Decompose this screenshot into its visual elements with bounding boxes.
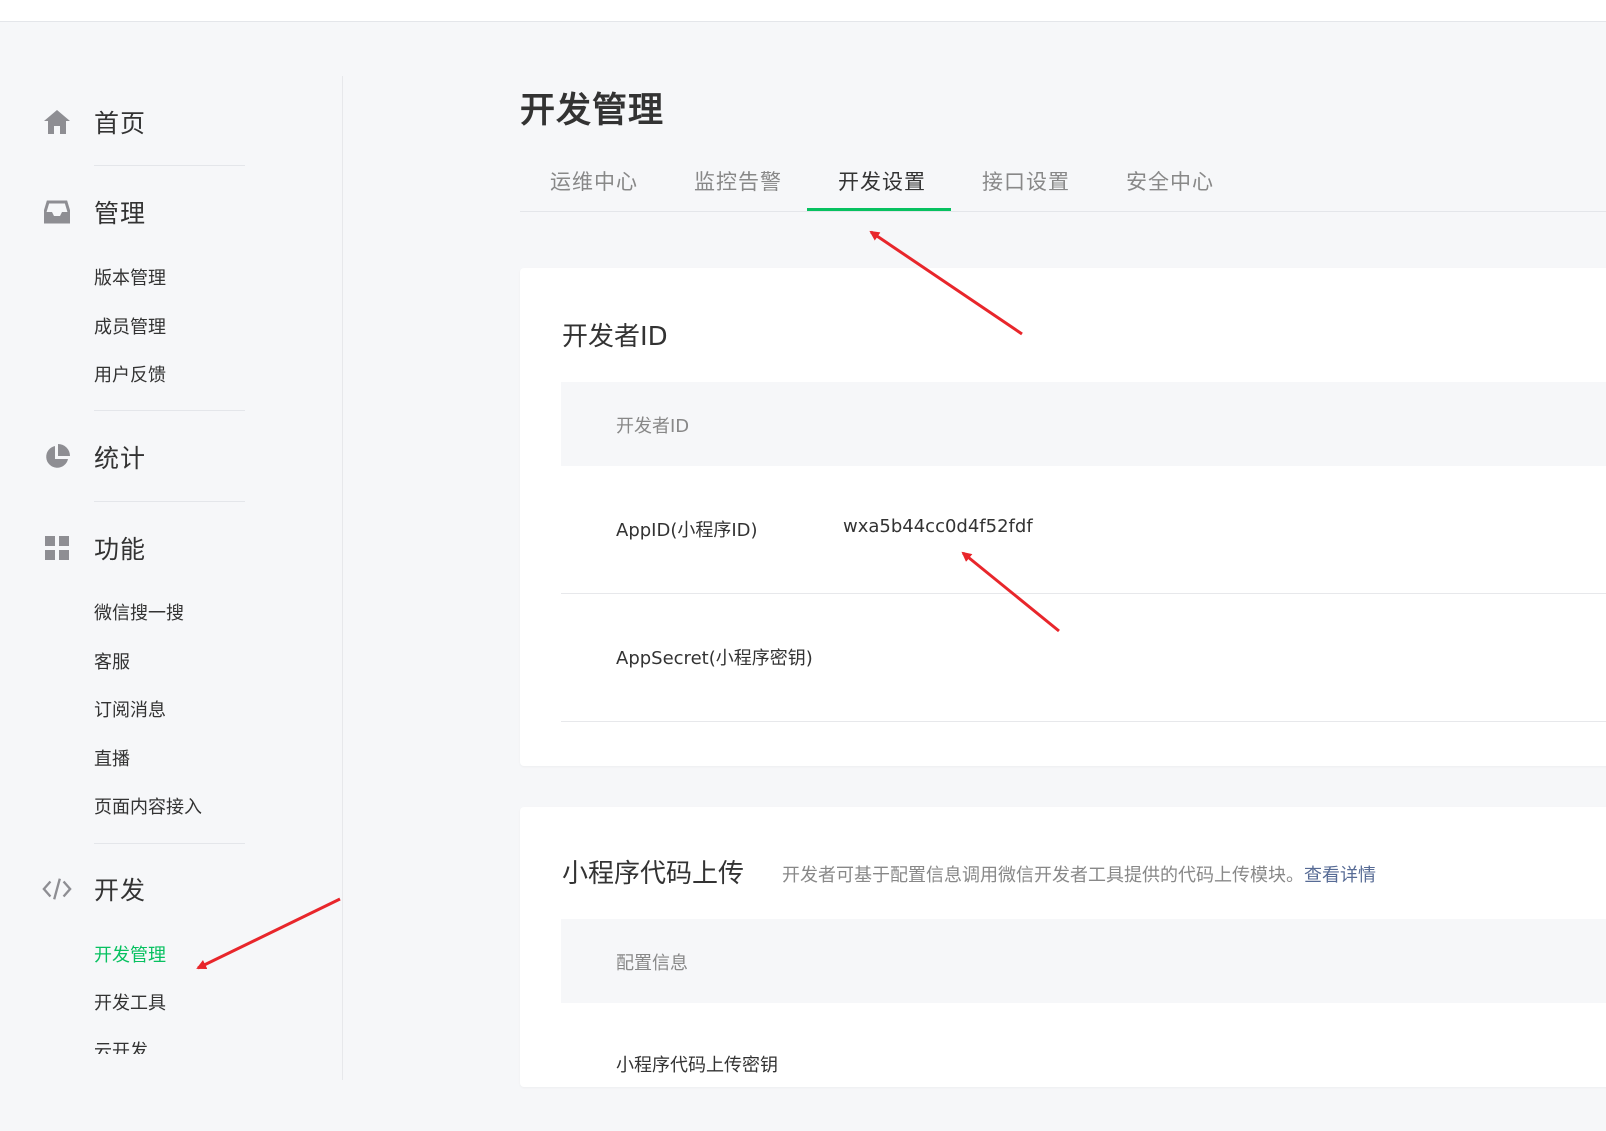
sidebar: 首页 管理 版本管理 成员管理 用户反馈 统计 功能 微信搜一搜 客服 订阅消息… xyxy=(0,76,343,1080)
sidebar-item-member-manage[interactable]: 成员管理 xyxy=(94,316,166,340)
inbox-icon xyxy=(42,197,72,227)
sidebar-item-version-manage[interactable]: 版本管理 xyxy=(94,267,166,291)
tab-monitor-alert[interactable]: 监控告警 xyxy=(694,166,782,212)
table-header-label: 开发者ID xyxy=(616,416,690,437)
sidebar-item-page-content[interactable]: 页面内容接入 xyxy=(94,796,202,820)
appid-label: AppID(小程序ID) xyxy=(616,520,758,541)
code-icon xyxy=(42,874,72,904)
upload-key-label: 小程序代码上传密钥 xyxy=(616,1055,778,1076)
sidebar-item-label: 管理 xyxy=(94,199,147,228)
sidebar-item-stats[interactable]: 统计 xyxy=(0,437,300,477)
view-details-link[interactable]: 查看详情 xyxy=(1304,865,1376,886)
card-description: 开发者可基于配置信息调用微信开发者工具提供的代码上传模块。查看详情 xyxy=(782,861,1376,887)
sidebar-item-label: 统计 xyxy=(94,444,147,473)
sidebar-item-dev-tools[interactable]: 开发工具 xyxy=(94,992,166,1016)
page-title: 开发管理 xyxy=(520,91,665,131)
tab-dev-settings[interactable]: 开发设置 xyxy=(838,166,926,212)
table-header: 配置信息 xyxy=(561,919,1606,1003)
tab-api-settings[interactable]: 接口设置 xyxy=(982,166,1070,212)
divider xyxy=(94,501,245,502)
appid-value[interactable]: wxa5b44cc0d4f52fdf xyxy=(843,516,1033,537)
pie-chart-icon xyxy=(42,442,72,472)
sidebar-item-dev[interactable]: 开发 xyxy=(0,869,300,909)
table-row-upload-key: 小程序代码上传密钥 xyxy=(561,1003,1606,1131)
sidebar-item-cloud-dev[interactable]: 云开发 xyxy=(94,1040,148,1054)
table-row-appid: AppID(小程序ID) wxa5b44cc0d4f52fdf xyxy=(561,466,1606,594)
tab-bar: 运维中心 监控告警 开发设置 接口设置 安全中心 xyxy=(520,162,1606,212)
sidebar-item-wechat-search[interactable]: 微信搜一搜 xyxy=(94,602,184,626)
home-icon xyxy=(42,107,72,137)
tab-security-center[interactable]: 安全中心 xyxy=(1126,166,1214,212)
card-title: 小程序代码上传 xyxy=(562,859,745,889)
sidebar-item-customer-service[interactable]: 客服 xyxy=(94,651,130,675)
tab-ops-center[interactable]: 运维中心 xyxy=(550,166,638,212)
sidebar-item-user-feedback[interactable]: 用户反馈 xyxy=(94,364,166,388)
divider xyxy=(94,165,245,166)
appsecret-label: AppSecret(小程序密钥) xyxy=(616,648,813,669)
sidebar-item-label: 开发 xyxy=(94,876,147,905)
sidebar-item-home[interactable]: 首页 xyxy=(0,102,300,142)
sidebar-item-features[interactable]: 功能 xyxy=(0,528,300,568)
sidebar-item-manage[interactable]: 管理 xyxy=(0,192,300,232)
sidebar-item-label: 功能 xyxy=(94,535,147,564)
table-header: 开发者ID xyxy=(561,382,1606,466)
grid-icon xyxy=(42,533,72,563)
divider xyxy=(94,843,245,844)
developer-id-card: 开发者ID 开发者ID AppID(小程序ID) wxa5b44cc0d4f52… xyxy=(520,268,1606,766)
sidebar-item-label: 首页 xyxy=(94,109,147,138)
divider xyxy=(94,410,245,411)
active-tab-indicator xyxy=(807,208,951,211)
card-description-text: 开发者可基于配置信息调用微信开发者工具提供的代码上传模块。 xyxy=(782,865,1304,886)
top-bar xyxy=(0,0,1606,22)
sidebar-item-dev-manage[interactable]: 开发管理 xyxy=(94,944,166,968)
table-row-appsecret: AppSecret(小程序密钥) xyxy=(561,594,1606,722)
card-title: 开发者ID xyxy=(562,322,668,352)
sidebar-item-live[interactable]: 直播 xyxy=(94,748,130,772)
sidebar-item-subscribe-message[interactable]: 订阅消息 xyxy=(94,699,166,723)
code-upload-card: 小程序代码上传 开发者可基于配置信息调用微信开发者工具提供的代码上传模块。查看详… xyxy=(520,807,1606,1087)
table-header-label: 配置信息 xyxy=(616,953,688,974)
